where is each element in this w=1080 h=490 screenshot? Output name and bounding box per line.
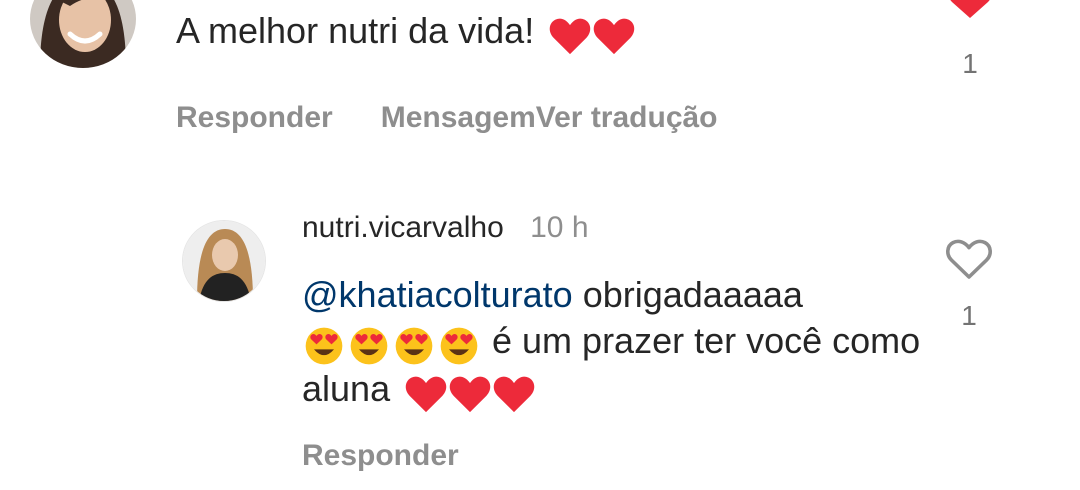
reply-username[interactable]: nutri.vicarvalho	[302, 211, 504, 244]
like-count: 1	[962, 48, 978, 79]
reply-button[interactable]: Responder	[302, 439, 459, 472]
translate-button[interactable]: Ver tradução	[536, 101, 718, 134]
reply-actions: Responder	[302, 436, 459, 476]
message-button[interactable]: Mensagem	[381, 101, 536, 134]
heart-outline-icon[interactable]	[945, 238, 993, 280]
heart-eyes-emojis	[302, 320, 482, 366]
heart-eyes-emoji-icon	[305, 327, 343, 365]
liked-heart-icon[interactable]	[945, 0, 995, 20]
heart-emojis	[404, 369, 536, 415]
reply-text: @khatiacolturato obrigadaaaaa é um praze…	[302, 272, 922, 415]
heart-eyes-emoji-icon	[350, 327, 388, 365]
heart-eyes-emoji-icon	[440, 327, 478, 365]
heart-eyes-emoji-icon	[395, 327, 433, 365]
red-heart-emoji-icon	[549, 18, 591, 55]
commenter-avatar[interactable]	[30, 0, 136, 68]
reply-like-column: 1	[943, 238, 995, 333]
comment-actions: Responder MensagemVer tradução	[176, 98, 718, 138]
comment-text: A melhor nutri da vida!	[176, 8, 636, 56]
heart-emojis	[548, 10, 636, 56]
red-heart-emoji-icon	[593, 18, 635, 55]
red-heart-emoji-icon	[493, 377, 535, 413]
red-heart-emoji-icon	[449, 377, 491, 413]
reply-timestamp: 10 h	[530, 211, 589, 244]
comment-like-column: 1	[945, 0, 995, 81]
reply-header: nutri.vicarvalho 10 h	[302, 208, 589, 248]
reply-button[interactable]: Responder	[176, 101, 333, 134]
user-mention-link[interactable]: @khatiacolturato	[302, 274, 573, 315]
comment-body: A melhor nutri da vida!	[176, 10, 535, 51]
reply-text-part1: obrigadaaaaa	[582, 274, 803, 315]
reply-avatar[interactable]	[182, 220, 266, 302]
red-heart-emoji-icon	[405, 377, 447, 413]
like-count: 1	[961, 300, 977, 331]
